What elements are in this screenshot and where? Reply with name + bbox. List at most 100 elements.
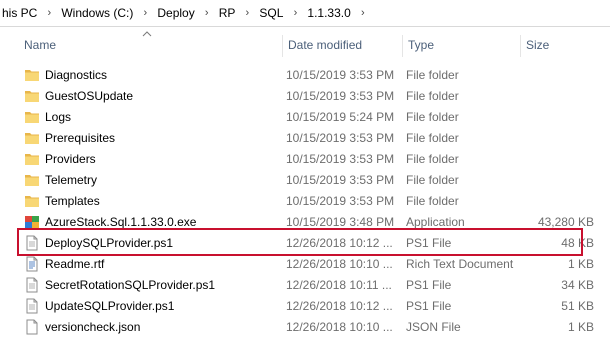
file-row[interactable]: SecretRotationSQLProvider.ps1 12/26/2018 … xyxy=(18,274,610,295)
folder-icon xyxy=(24,151,40,167)
name-cell[interactable]: Templates xyxy=(24,190,282,211)
file-name: Providers xyxy=(45,151,96,166)
name-cell[interactable]: versioncheck.json xyxy=(24,316,282,337)
chevron-right-icon[interactable]: › xyxy=(197,7,217,19)
file-name: GuestOSUpdate xyxy=(45,88,134,103)
breadcrumb-deploy[interactable]: Deploy xyxy=(155,6,196,20)
name-cell[interactable]: Diagnostics xyxy=(24,64,282,85)
file-size: 34 KB xyxy=(561,277,594,292)
file-name: Diagnostics xyxy=(45,67,108,82)
folder-icon xyxy=(24,109,40,125)
chevron-right-icon[interactable]: › xyxy=(353,7,373,19)
file-name: Logs xyxy=(45,109,72,124)
file-row[interactable]: UpdateSQLProvider.ps1 12/26/2018 10:12 ..… xyxy=(18,295,610,316)
file-type: PS1 File xyxy=(406,277,452,292)
date-modified: 12/26/2018 10:12 ... xyxy=(286,298,393,313)
file-type: PS1 File xyxy=(406,235,452,250)
file-name: DeploySQLProvider.ps1 xyxy=(45,235,174,250)
file-name: AzureStack.Sql.1.1.33.0.exe xyxy=(45,214,197,229)
breadcrumb-version[interactable]: 1.1.33.0 xyxy=(305,6,352,20)
date-modified: 12/26/2018 10:10 ... xyxy=(286,256,393,271)
file-row[interactable]: DeploySQLProvider.ps1 12/26/2018 10:12 ..… xyxy=(18,232,610,253)
name-cell[interactable]: Prerequisites xyxy=(24,127,282,148)
file-row[interactable]: AzureStack.Sql.1.1.33.0.exe 10/15/2019 3:… xyxy=(18,211,610,232)
file-size: 43,280 KB xyxy=(537,214,594,229)
date-modified: 12/26/2018 10:11 ... xyxy=(286,277,392,292)
chevron-right-icon[interactable]: › xyxy=(135,7,155,19)
chevron-right-icon[interactable]: › xyxy=(39,7,59,19)
file-size xyxy=(522,127,594,148)
date-modified: 10/15/2019 3:53 PM xyxy=(286,88,395,103)
file-size xyxy=(522,148,594,169)
column-header-type[interactable]: Type xyxy=(402,30,520,60)
date-modified: 10/15/2019 3:48 PM xyxy=(286,214,395,229)
breadcrumb-windows-c[interactable]: Windows (C:) xyxy=(59,6,135,20)
file-name: UpdateSQLProvider.ps1 xyxy=(45,298,175,313)
folder-icon xyxy=(24,193,40,209)
column-header-size[interactable]: Size xyxy=(520,30,600,60)
file-type: Application xyxy=(406,214,465,229)
column-headers: Name Date modified Type Size xyxy=(18,30,610,60)
folder-row[interactable]: Templates 10/15/2019 3:53 PM File folder xyxy=(18,190,610,211)
file-type: File folder xyxy=(406,130,459,145)
folder-row[interactable]: GuestOSUpdate 10/15/2019 3:53 PM File fold… xyxy=(18,85,610,106)
chevron-right-icon[interactable]: › xyxy=(237,7,257,19)
file-name: versioncheck.json xyxy=(45,319,141,334)
file-type: File folder xyxy=(406,172,459,187)
date-modified: 10/15/2019 3:53 PM xyxy=(286,67,395,82)
file-size xyxy=(522,85,594,106)
folder-row[interactable]: Providers 10/15/2019 3:53 PM File folder xyxy=(18,148,610,169)
date-modified: 10/15/2019 3:53 PM xyxy=(286,193,395,208)
file-row[interactable]: versioncheck.json 12/26/2018 10:10 ... JSO… xyxy=(18,316,610,337)
file-size: 1 KB xyxy=(567,319,594,334)
file-name: Readme.rtf xyxy=(45,256,105,271)
name-cell[interactable]: GuestOSUpdate xyxy=(24,85,282,106)
file-name: Prerequisites xyxy=(45,130,116,145)
file-size xyxy=(522,64,594,85)
script-file-icon xyxy=(24,277,40,293)
date-modified: 10/15/2019 3:53 PM xyxy=(286,172,395,187)
file-type: File folder xyxy=(406,193,459,208)
column-header-date-modified[interactable]: Date modified xyxy=(282,30,402,60)
name-cell[interactable]: SecretRotationSQLProvider.ps1 xyxy=(24,274,282,295)
date-modified: 10/15/2019 3:53 PM xyxy=(286,130,395,145)
date-modified: 12/26/2018 10:12 ... xyxy=(286,235,393,250)
folder-row[interactable]: Telemetry 10/15/2019 3:53 PM File folder xyxy=(18,169,610,190)
folder-icon xyxy=(24,130,40,146)
file-type: JSON File xyxy=(406,319,461,334)
file-type: Rich Text Document xyxy=(406,256,514,271)
folder-row[interactable]: Diagnostics 10/15/2019 3:53 PM File folder xyxy=(18,64,610,85)
json-file-icon xyxy=(24,319,40,335)
file-size xyxy=(522,169,594,190)
folder-row[interactable]: Logs 10/15/2019 5:24 PM File folder xyxy=(18,106,610,127)
name-cell[interactable]: UpdateSQLProvider.ps1 xyxy=(24,295,282,316)
date-modified: 12/26/2018 10:10 ... xyxy=(286,319,393,334)
folder-icon xyxy=(24,67,40,83)
breadcrumb-this-pc[interactable]: his PC xyxy=(0,6,39,20)
file-size: 48 KB xyxy=(561,235,594,250)
name-cell[interactable]: Telemetry xyxy=(24,169,282,190)
breadcrumb-sql[interactable]: SQL xyxy=(257,6,285,20)
chevron-right-icon[interactable]: › xyxy=(285,7,305,19)
file-size: 1 KB xyxy=(567,256,594,271)
file-type: File folder xyxy=(406,67,459,82)
folder-row[interactable]: Prerequisites 10/15/2019 3:53 PM File fold… xyxy=(18,127,610,148)
column-header-name[interactable]: Name xyxy=(18,30,282,60)
file-size xyxy=(522,190,594,211)
folder-icon xyxy=(24,172,40,188)
file-type: File folder xyxy=(406,109,459,124)
breadcrumb-rp[interactable]: RP xyxy=(217,6,238,20)
name-cell[interactable]: AzureStack.Sql.1.1.33.0.exe xyxy=(24,211,282,232)
folder-icon xyxy=(24,88,40,104)
name-cell[interactable]: DeploySQLProvider.ps1 xyxy=(24,232,282,253)
file-row[interactable]: Readme.rtf 12/26/2018 10:10 ... Rich Text … xyxy=(18,253,610,274)
file-size: 51 KB xyxy=(561,298,594,313)
name-cell[interactable]: Readme.rtf xyxy=(24,253,282,274)
address-breadcrumb[interactable]: his PC › Windows (C:) › Deploy › RP › SQ… xyxy=(0,0,610,27)
file-size xyxy=(522,106,594,127)
name-cell[interactable]: Providers xyxy=(24,148,282,169)
file-type: PS1 File xyxy=(406,298,452,313)
file-type: File folder xyxy=(406,88,459,103)
name-cell[interactable]: Logs xyxy=(24,106,282,127)
file-name: SecretRotationSQLProvider.ps1 xyxy=(45,277,216,292)
